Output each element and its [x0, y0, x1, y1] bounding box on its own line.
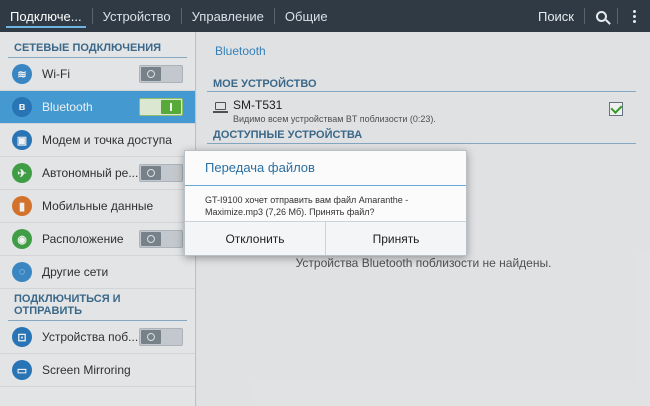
dialog-button-bar: Отклонить Принять: [185, 221, 466, 255]
tab-connections[interactable]: Подключе...: [0, 0, 92, 32]
tab-general[interactable]: Общие: [275, 0, 338, 32]
action-bar: Подключе... Устройство Управление Общие …: [0, 0, 650, 32]
file-transfer-dialog: Передача файлов GT-I9100 хочет отправить…: [184, 150, 467, 256]
search-text-button[interactable]: Поиск: [528, 0, 584, 32]
dialog-message: GT-I9100 хочет отправить вам файл Amaran…: [205, 195, 409, 217]
decline-button[interactable]: Отклонить: [185, 222, 325, 255]
accept-button[interactable]: Принять: [325, 222, 466, 255]
tab-device[interactable]: Устройство: [93, 0, 181, 32]
search-icon[interactable]: [585, 0, 617, 32]
tab-controls[interactable]: Управление: [182, 0, 274, 32]
dialog-title: Передача файлов: [205, 160, 315, 175]
overflow-menu-icon[interactable]: [618, 0, 650, 32]
